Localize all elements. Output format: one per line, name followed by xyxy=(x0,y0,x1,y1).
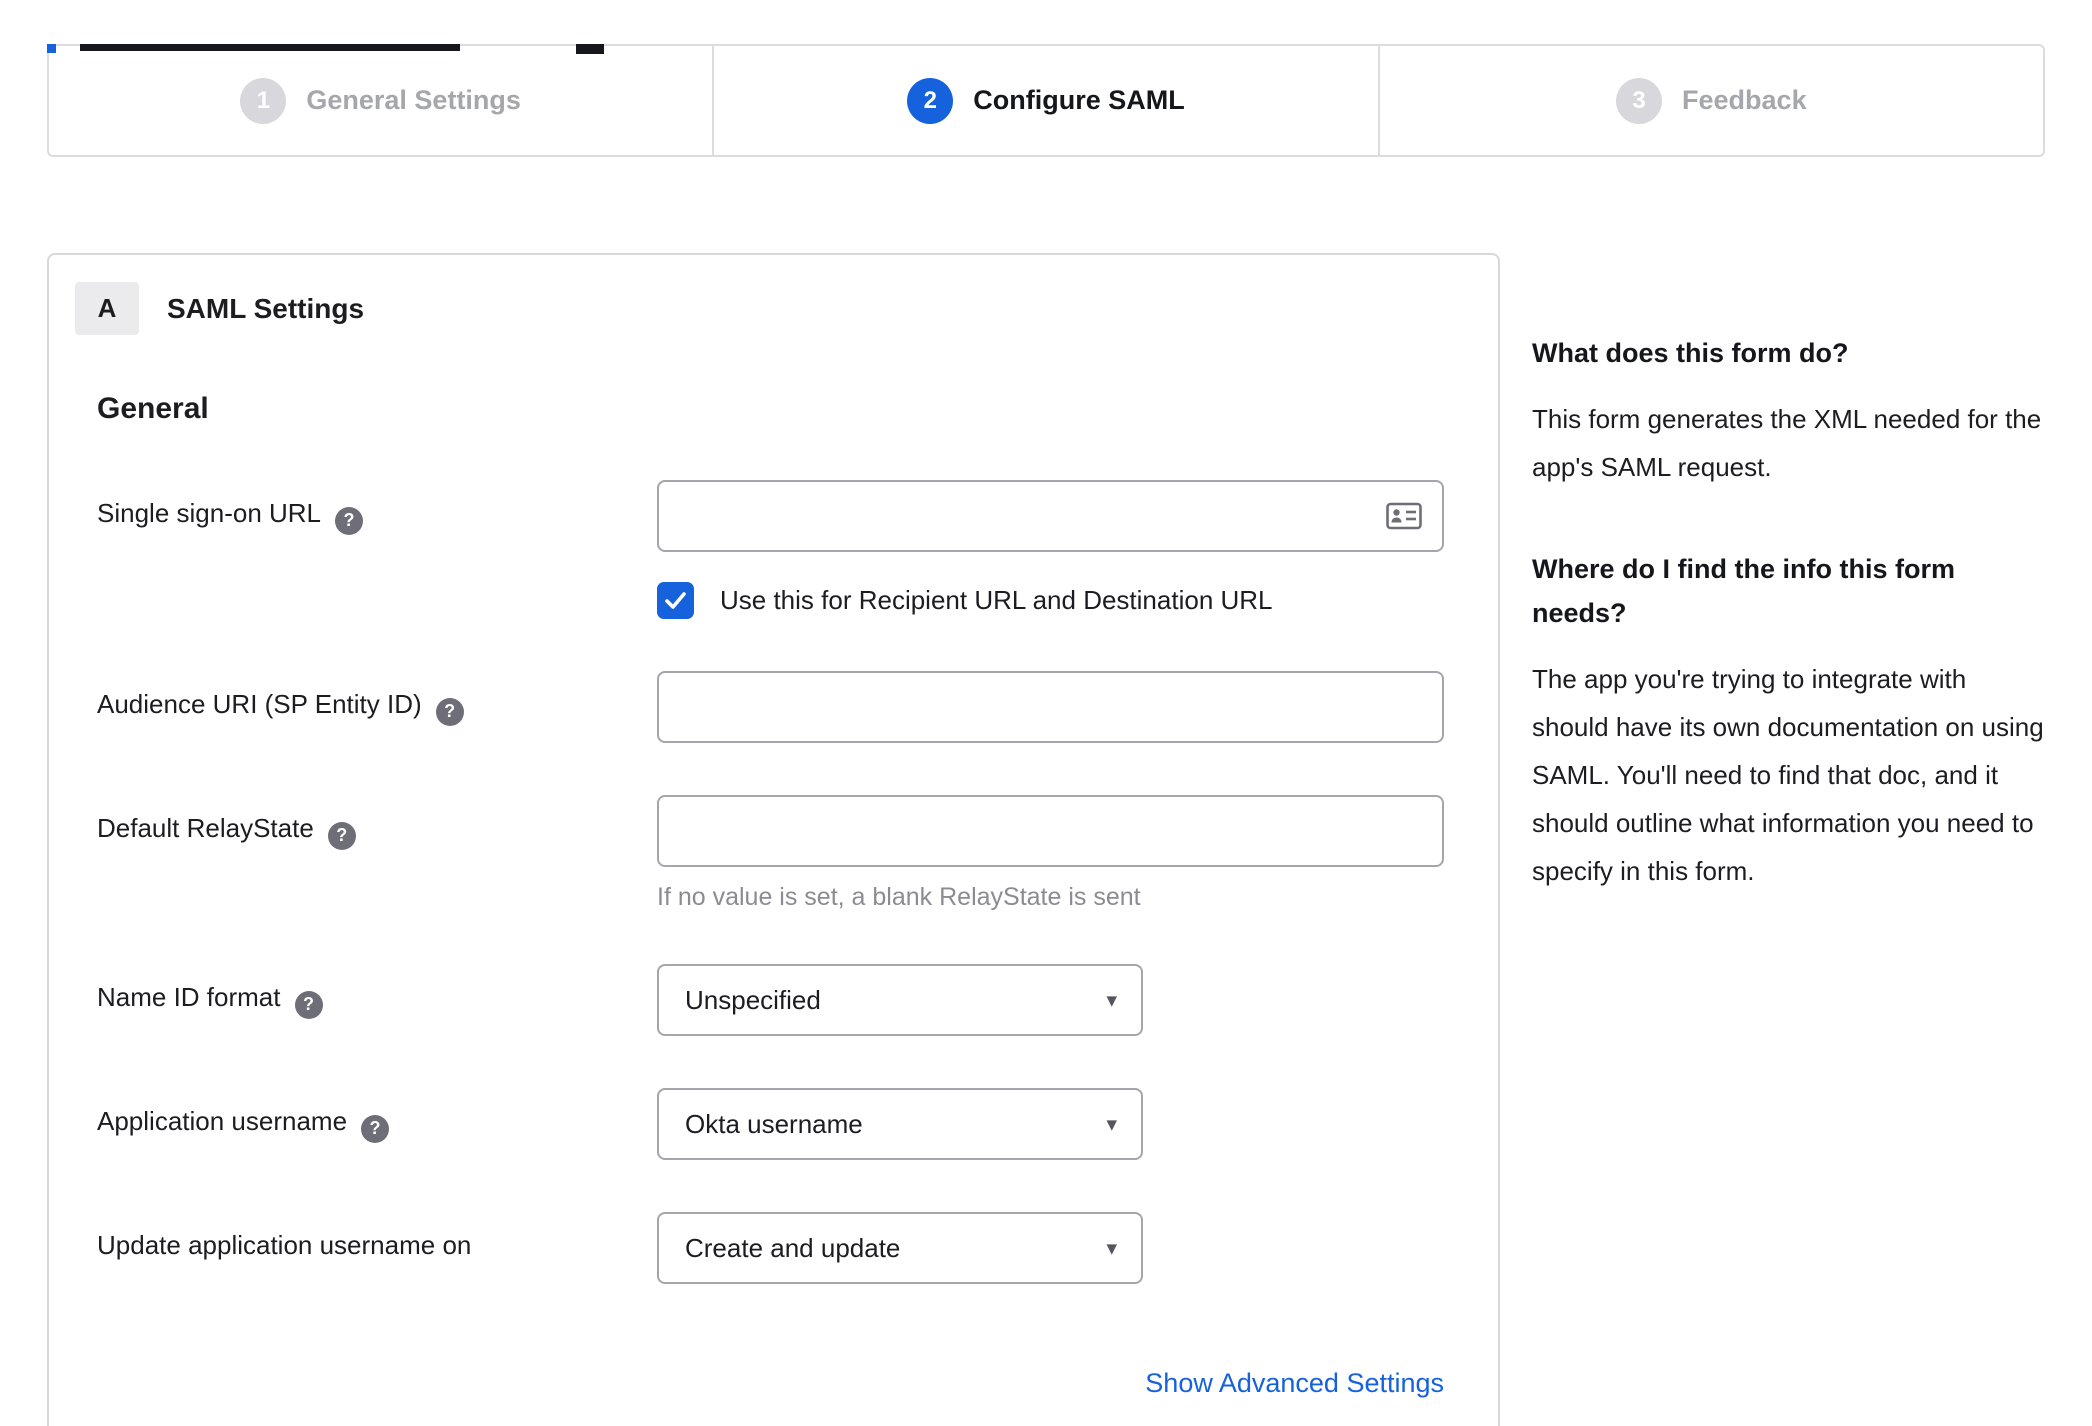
step-3-label: Feedback xyxy=(1682,85,1807,115)
audience-uri-input[interactable] xyxy=(657,671,1444,743)
content-row: A SAML Settings General Single sign-on U… xyxy=(47,253,2045,1426)
audience-uri-label-col: Audience URI (SP Entity ID)? xyxy=(97,671,657,743)
help-icon[interactable]: ? xyxy=(435,697,464,726)
show-advanced-settings-link[interactable]: Show Advanced Settings xyxy=(1145,1368,1444,1398)
update-app-username-value: Create and update xyxy=(685,1232,901,1263)
name-id-format-value: Unspecified xyxy=(685,984,821,1015)
sidebar-heading-what: What does this form do? xyxy=(1532,338,1849,368)
sidebar-body-what: This form generates the XML needed for t… xyxy=(1532,404,2042,482)
step-1-label: General Settings xyxy=(306,85,521,115)
step-1-number-badge: 1 xyxy=(240,77,287,124)
update-app-username-label-col: Update application username on xyxy=(97,1212,657,1284)
field-row-application-username: Application username? Okta username ▾ xyxy=(97,1088,1440,1160)
application-username-label: Application username xyxy=(97,1106,348,1136)
sso-url-input-wrap xyxy=(657,480,1444,552)
clipped-title-accent xyxy=(47,44,56,53)
recipient-url-checkbox-label[interactable]: Use this for Recipient URL and Destinati… xyxy=(720,585,1273,616)
name-id-format-label: Name ID format xyxy=(97,982,281,1012)
field-row-update-app-username: Update application username on Create an… xyxy=(97,1212,1440,1284)
default-relaystate-label: Default RelayState xyxy=(97,813,314,843)
sidebar-body-where: The app you're trying to integrate with … xyxy=(1532,664,2044,886)
saml-wizard-page: 1 General Settings 2 Configure SAML 3 Fe… xyxy=(0,44,2092,1426)
default-relaystate-control-col: If no value is set, a blank RelayState i… xyxy=(657,795,1444,912)
clipped-title-text xyxy=(80,44,460,51)
default-relaystate-label-col: Default RelayState? xyxy=(97,795,657,912)
sso-url-label: Single sign-on URL xyxy=(97,498,322,528)
general-section-heading: General xyxy=(97,392,209,425)
field-row-audience-uri: Audience URI (SP Entity ID)? xyxy=(97,671,1444,743)
step-2-label: Configure SAML xyxy=(973,85,1185,115)
application-username-value: Okta username xyxy=(685,1108,863,1139)
sso-url-label-col: Single sign-on URL? xyxy=(97,480,657,619)
caret-down-icon: ▾ xyxy=(1106,1112,1117,1136)
step-2-number-badge: 2 xyxy=(907,77,954,124)
name-id-format-label-col: Name ID format? xyxy=(97,964,657,1036)
general-form: Single sign-on URL? Use this for Recipie… xyxy=(97,480,1444,1284)
help-icon[interactable]: ? xyxy=(361,1114,390,1143)
help-icon[interactable]: ? xyxy=(335,506,364,535)
field-row-default-relaystate: Default RelayState? If no value is set, … xyxy=(97,795,1444,912)
update-app-username-control-col: Create and update ▾ xyxy=(657,1212,1440,1284)
recipient-url-checkbox-row: Use this for Recipient URL and Destinati… xyxy=(657,582,1444,619)
sso-url-control-col: Use this for Recipient URL and Destinati… xyxy=(657,480,1444,619)
caret-down-icon: ▾ xyxy=(1106,1236,1117,1260)
card-title: SAML Settings xyxy=(167,292,365,324)
advanced-settings-row: Show Advanced Settings xyxy=(657,1368,1444,1399)
application-username-control-col: Okta username ▾ xyxy=(657,1088,1440,1160)
field-row-name-id-format: Name ID format? Unspecified ▾ xyxy=(97,964,1440,1036)
section-a-badge: A xyxy=(75,282,139,335)
caret-down-icon: ▾ xyxy=(1106,988,1117,1012)
clipped-gear-icon xyxy=(576,44,604,54)
update-app-username-label: Update application username on xyxy=(97,1230,472,1260)
name-id-format-control-col: Unspecified ▾ xyxy=(657,964,1440,1036)
step-3-number-badge: 3 xyxy=(1616,77,1663,124)
wizard-stepper: 1 General Settings 2 Configure SAML 3 Fe… xyxy=(47,44,2045,157)
recipient-url-checkbox[interactable] xyxy=(657,582,694,619)
card-title-row: A SAML Settings xyxy=(75,282,1440,335)
step-general-settings[interactable]: 1 General Settings xyxy=(49,46,712,155)
help-icon[interactable]: ? xyxy=(327,821,356,850)
sso-url-input[interactable] xyxy=(657,480,1444,552)
default-relaystate-hint: If no value is set, a blank RelayState i… xyxy=(657,883,1141,911)
help-sidebar: What does this form do? This form genera… xyxy=(1532,253,2045,1426)
default-relaystate-input[interactable] xyxy=(657,795,1444,867)
name-id-format-select[interactable]: Unspecified ▾ xyxy=(657,964,1143,1036)
step-feedback[interactable]: 3 Feedback xyxy=(1377,46,2043,155)
step-configure-saml[interactable]: 2 Configure SAML xyxy=(712,46,1377,155)
sidebar-heading-where: Where do I find the info this form needs… xyxy=(1532,554,1955,628)
application-username-select[interactable]: Okta username ▾ xyxy=(657,1088,1143,1160)
audience-uri-control-col xyxy=(657,671,1444,743)
audience-uri-label: Audience URI (SP Entity ID) xyxy=(97,689,422,719)
field-row-sso-url: Single sign-on URL? Use this for Recipie… xyxy=(97,480,1444,619)
saml-settings-card: A SAML Settings General Single sign-on U… xyxy=(47,253,1500,1426)
clipped-page-title xyxy=(0,44,2092,56)
help-icon[interactable]: ? xyxy=(294,990,323,1019)
id-card-icon[interactable] xyxy=(1386,502,1422,530)
update-app-username-select[interactable]: Create and update ▾ xyxy=(657,1212,1143,1284)
application-username-label-col: Application username? xyxy=(97,1088,657,1160)
